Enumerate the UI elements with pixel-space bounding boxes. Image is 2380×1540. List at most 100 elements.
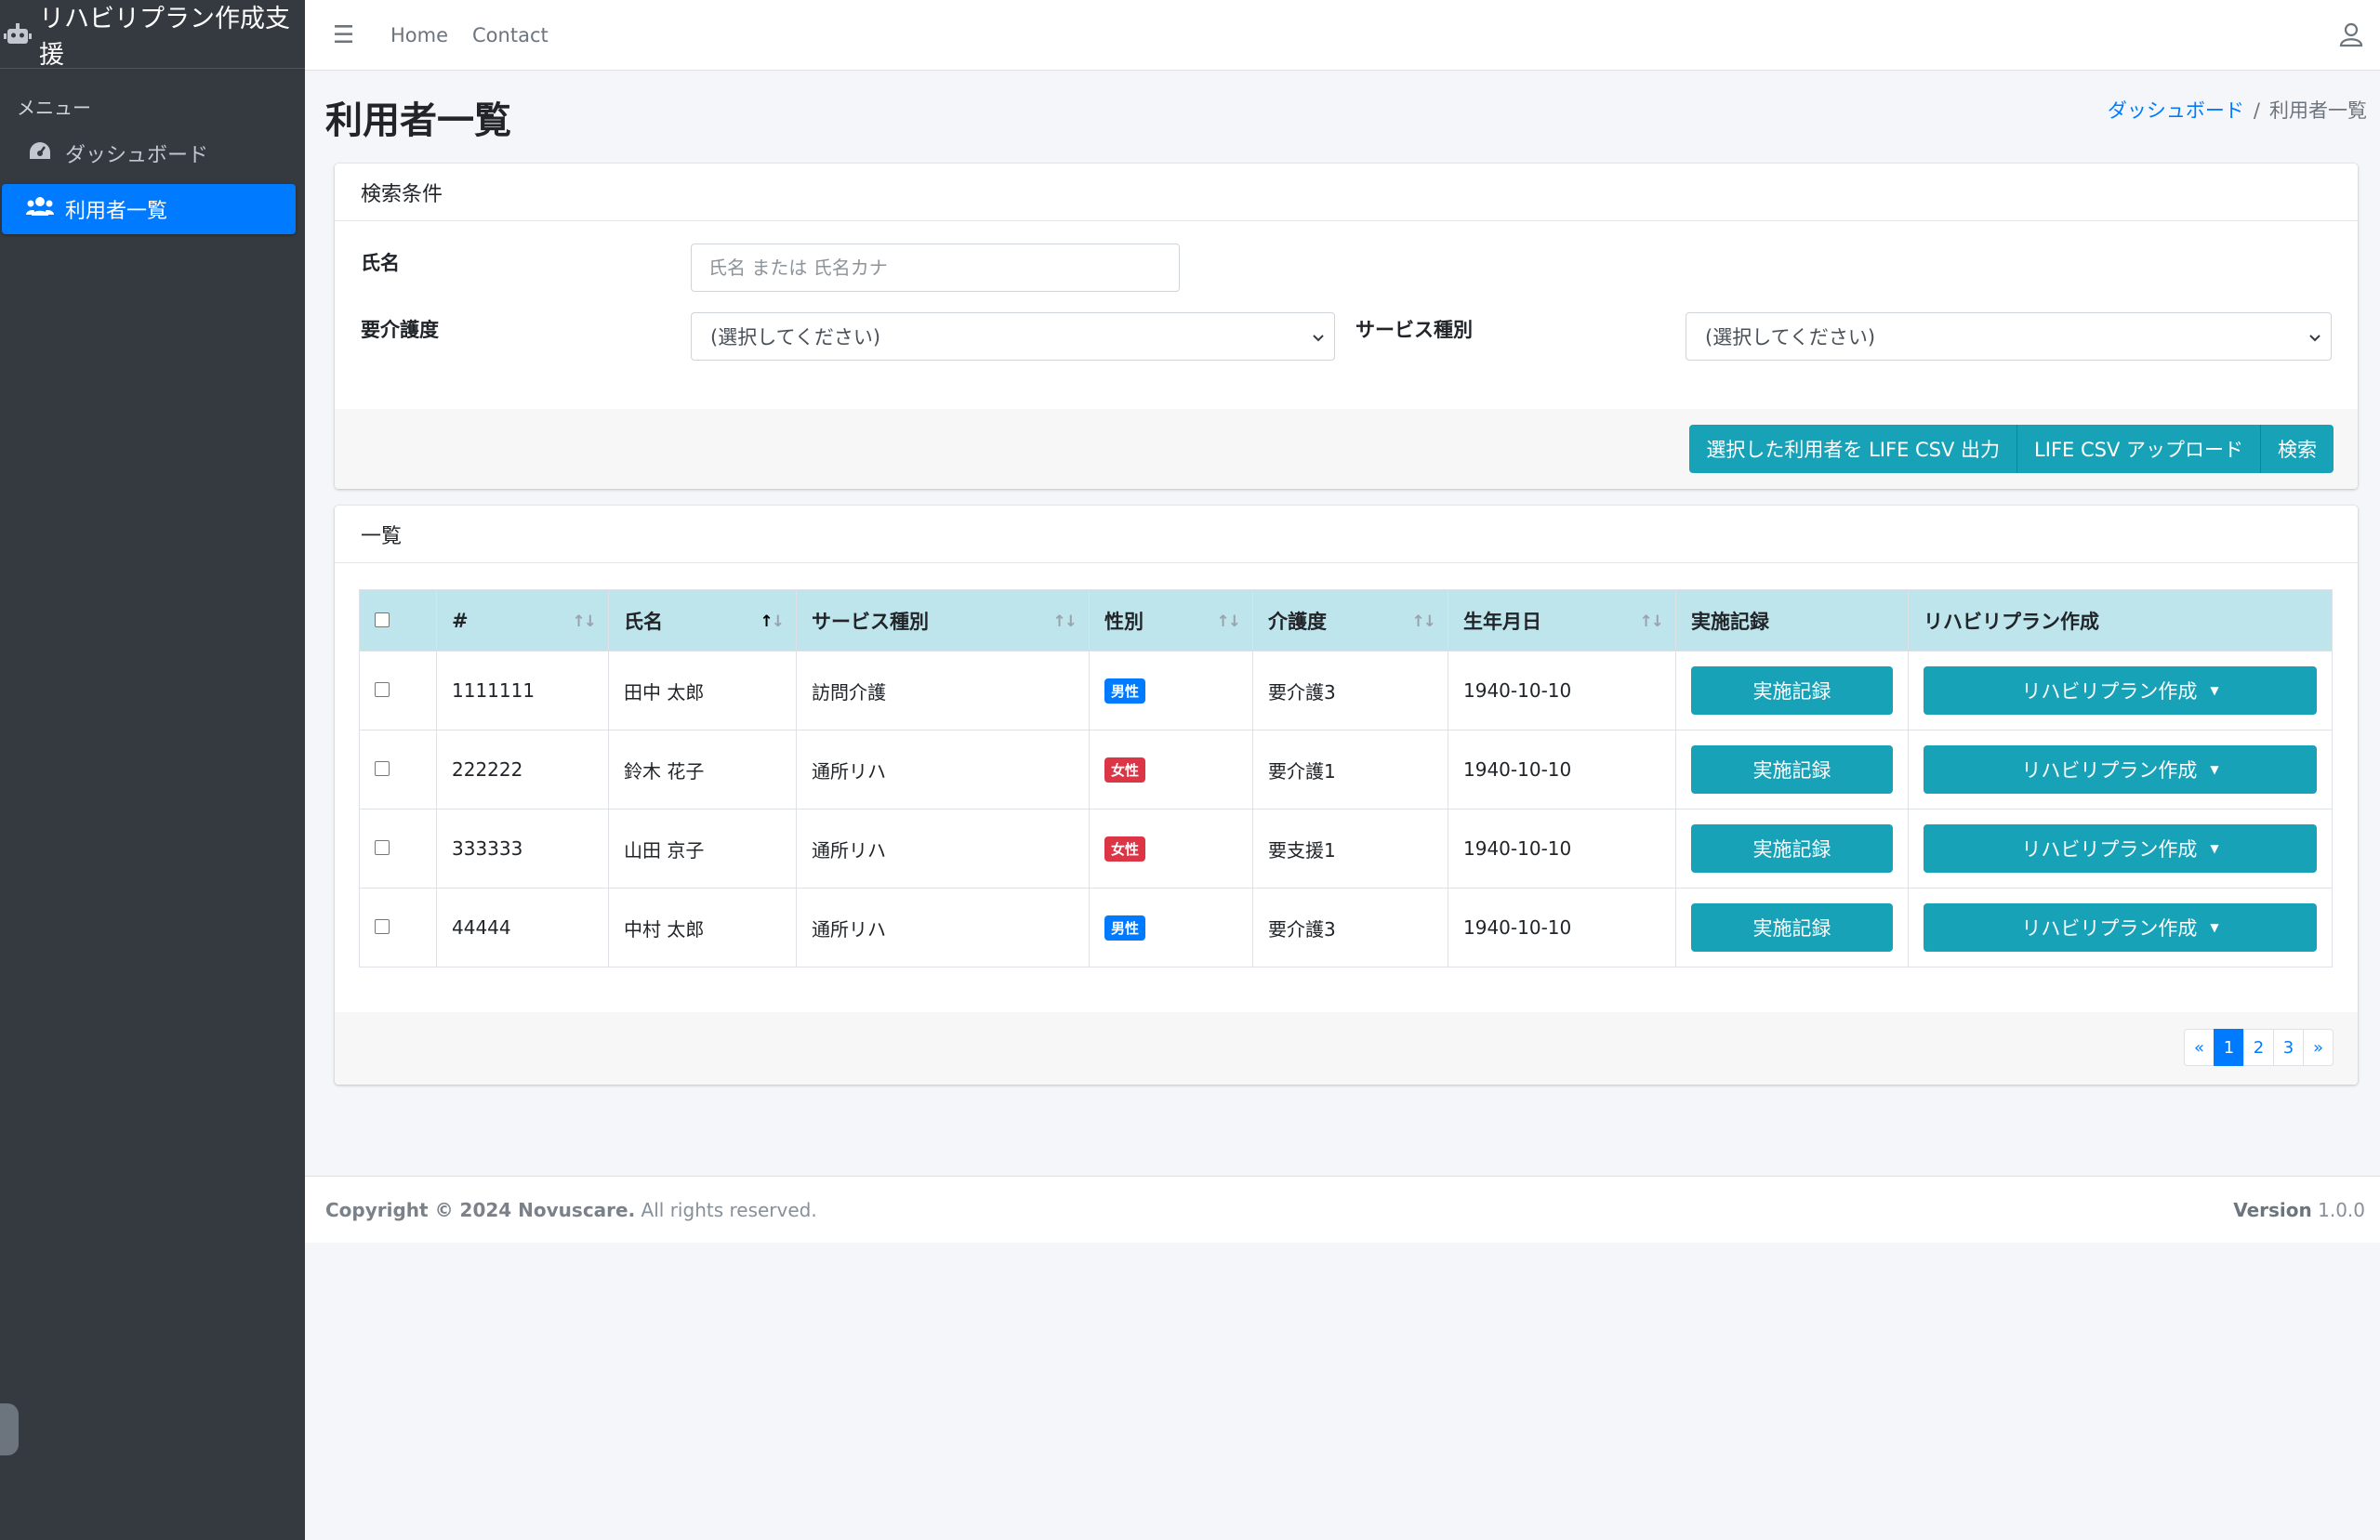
cell-service: 通所リハ <box>796 888 1090 967</box>
service-type-select-value: (選択してください) <box>1705 326 1876 349</box>
cell-service: 通所リハ <box>796 730 1090 809</box>
version-value: 1.0.0 <box>2311 1198 2365 1221</box>
record-button-label: 実施記録 <box>1752 680 1831 703</box>
cell-service: 訪問介護 <box>796 651 1090 731</box>
service-type-label: サービス種別 <box>1355 319 1473 341</box>
column-header-gender[interactable]: 性別 ↑↓ <box>1089 589 1253 652</box>
column-header-id[interactable]: # ↑↓ <box>436 589 609 652</box>
table-row: 1111111 田中 太郎 訪問介護 男性 要介護3 1940-10-10 実施… <box>359 651 2333 731</box>
create-plan-dropdown-button[interactable]: リハビリプラン作成 ▼ <box>1924 666 2317 715</box>
record-button[interactable]: 実施記録 <box>1691 903 1893 952</box>
cell-gender: 女性 <box>1089 809 1253 888</box>
version-label: Version <box>2233 1198 2312 1221</box>
select-all-checkbox[interactable] <box>375 612 390 627</box>
nav-link-home[interactable]: Home <box>390 24 448 46</box>
version-text: Version 1.0.0 <box>2233 1199 2365 1221</box>
record-button[interactable]: 実施記録 <box>1691 745 1893 794</box>
menu-header: メニュー <box>17 97 91 119</box>
robot-icon <box>4 20 32 48</box>
table-row: 222222 鈴木 花子 通所リハ 女性 要介護1 1940-10-10 実施記… <box>359 730 2333 809</box>
sort-arrows-icon[interactable]: ↑↓ <box>1053 612 1078 631</box>
caret-down-icon: ▼ <box>2210 842 2219 855</box>
sort-arrows-icon[interactable]: ↑↓ <box>1412 612 1436 631</box>
column-header-label: 氏名 <box>624 610 663 633</box>
cell-service: 通所リハ <box>796 809 1090 888</box>
cell-care-level: 要介護3 <box>1252 651 1448 731</box>
row-checkbox[interactable] <box>375 840 390 855</box>
life-csv-upload-button[interactable]: LIFE CSV アップロード <box>2017 425 2261 473</box>
create-plan-dropdown-button[interactable]: リハビリプラン作成 ▼ <box>1924 824 2317 873</box>
copyright-bold: Copyright © 2024 Novuscare. <box>325 1198 636 1221</box>
sidebar-item-dashboard[interactable]: ダッシュボード <box>2 128 296 178</box>
sidebar-item-label: ダッシュボード <box>65 144 209 167</box>
sidebar-item-users[interactable]: 利用者一覧 <box>2 184 296 234</box>
column-header-plan: リハビリプラン作成 <box>1908 589 2333 652</box>
nav-link-contact[interactable]: Contact <box>472 24 549 46</box>
tachometer-icon <box>26 140 54 166</box>
brand[interactable]: リハビリプラン作成支援 <box>0 0 305 70</box>
sort-asc-icon[interactable]: ↑↓ <box>760 612 785 631</box>
cell-birthdate: 1940-10-10 <box>1448 888 1676 967</box>
users-table: # ↑↓ 氏名 ↑↓ サービス種別 ↑↓ 性別 ↑↓ 介護度 ↑↓ 生年月日 ↑↓ 実施記録… <box>359 589 2333 967</box>
name-label: 氏名 <box>361 252 400 274</box>
sort-arrows-icon[interactable]: ↑↓ <box>1640 612 1664 631</box>
cell-gender: 男性 <box>1089 888 1253 967</box>
cell-gender: 女性 <box>1089 730 1253 809</box>
row-checkbox[interactable] <box>375 761 390 776</box>
life-csv-export-button[interactable]: 選択した利用者を LIFE CSV 出力 <box>1689 425 2018 473</box>
row-select-cell <box>359 651 437 731</box>
cell-id: 44444 <box>436 888 609 967</box>
row-checkbox[interactable] <box>375 682 390 697</box>
create-plan-dropdown-button[interactable]: リハビリプラン作成 ▼ <box>1924 903 2317 952</box>
column-header-care-level[interactable]: 介護度 ↑↓ <box>1252 589 1448 652</box>
pagination-prev[interactable]: « <box>2184 1029 2215 1066</box>
pagination-page-3[interactable]: 3 <box>2273 1029 2304 1066</box>
copyright-rest: All rights reserved. <box>635 1198 817 1221</box>
user-icon[interactable] <box>2337 20 2365 48</box>
row-checkbox[interactable] <box>375 919 390 934</box>
copyright-text: Copyright © 2024 Novuscare. All rights r… <box>325 1199 817 1221</box>
widget-toggle-icon[interactable] <box>0 1403 19 1455</box>
cell-birthdate: 1940-10-10 <box>1448 809 1676 888</box>
pagination-page-1[interactable]: 1 <box>2214 1029 2244 1066</box>
column-header-name[interactable]: 氏名 ↑↓ <box>608 589 797 652</box>
cell-record: 実施記録 <box>1675 888 1909 967</box>
page-title: 利用者一覧 <box>325 99 511 142</box>
column-header-service[interactable]: サービス種別 ↑↓ <box>796 589 1090 652</box>
cell-record: 実施記録 <box>1675 651 1909 731</box>
create-plan-dropdown-button[interactable]: リハビリプラン作成 ▼ <box>1924 745 2317 794</box>
record-button-label: 実施記録 <box>1752 917 1831 940</box>
breadcrumb-separator: / <box>2253 99 2260 122</box>
search-button[interactable]: 検索 <box>2261 425 2334 473</box>
list-card-title: 一覧 <box>335 506 2358 563</box>
service-type-select[interactable]: (選択してください) <box>1686 312 2332 361</box>
cell-record: 実施記録 <box>1675 730 1909 809</box>
care-level-select[interactable]: (選択してください) <box>691 312 1335 361</box>
breadcrumb-dashboard-link[interactable]: ダッシュボード <box>2108 99 2244 122</box>
record-button[interactable]: 実施記録 <box>1691 824 1893 873</box>
chevron-down-icon <box>2308 326 2321 342</box>
sort-arrows-icon[interactable]: ↑↓ <box>1217 612 1241 631</box>
caret-down-icon: ▼ <box>2210 763 2219 776</box>
column-header-record: 実施記録 <box>1675 589 1909 652</box>
care-level-select-value: (選択してください) <box>710 326 881 349</box>
breadcrumb: ダッシュボード / 利用者一覧 <box>2108 96 2367 124</box>
record-button-label: 実施記録 <box>1752 838 1831 861</box>
pagination-next[interactable]: » <box>2303 1029 2334 1066</box>
record-button[interactable]: 実施記録 <box>1691 666 1893 715</box>
care-level-label: 要介護度 <box>361 319 439 341</box>
sidebar: リハビリプラン作成支援 メニュー ダッシュボード 利用者一覧 <box>0 0 305 1540</box>
column-header-label: 介護度 <box>1268 610 1327 633</box>
caret-down-icon: ▼ <box>2210 684 2219 697</box>
name-search-input[interactable] <box>691 244 1180 292</box>
table-row: 333333 山田 京子 通所リハ 女性 要支援1 1940-10-10 実施記… <box>359 809 2333 888</box>
hamburger-menu-icon[interactable]: ☰ <box>333 21 366 49</box>
pagination-page-2[interactable]: 2 <box>2243 1029 2274 1066</box>
cell-name: 鈴木 花子 <box>608 730 797 809</box>
column-header-birthdate[interactable]: 生年月日 ↑↓ <box>1448 589 1676 652</box>
sort-arrows-icon[interactable]: ↑↓ <box>573 612 597 631</box>
record-button-label: 実施記録 <box>1752 759 1831 782</box>
cell-record: 実施記録 <box>1675 809 1909 888</box>
table-header-row: # ↑↓ 氏名 ↑↓ サービス種別 ↑↓ 性別 ↑↓ 介護度 ↑↓ 生年月日 ↑↓ 実施記録… <box>359 589 2333 652</box>
cell-care-level: 要介護3 <box>1252 888 1448 967</box>
